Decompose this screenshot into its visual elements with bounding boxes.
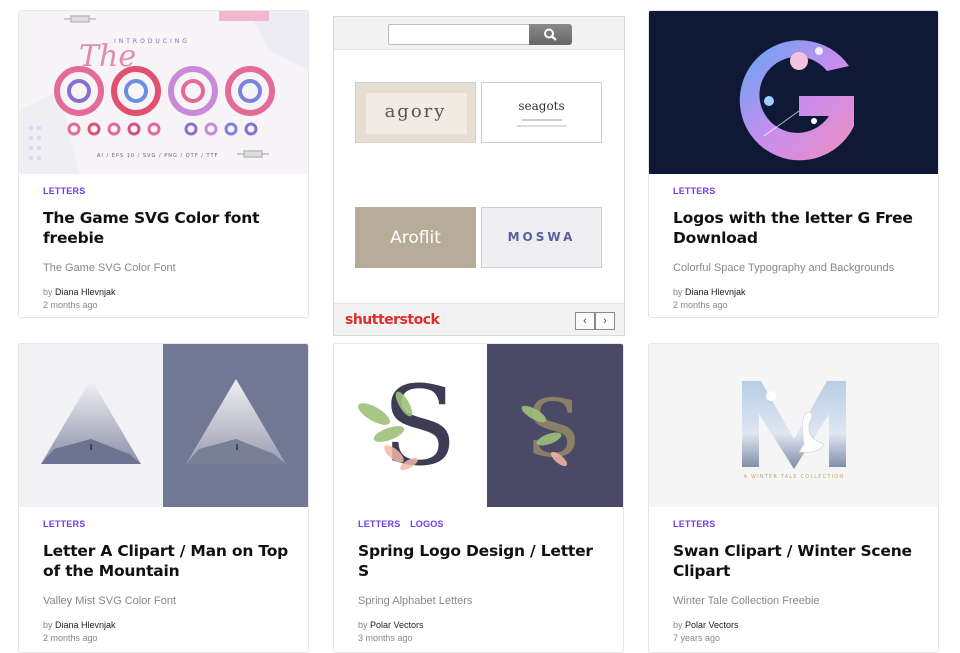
post-excerpt: Winter Tale Collection Freebie — [673, 595, 820, 607]
swan-winter-preview: A WINTER TALE COLLECTION — [649, 344, 938, 507]
post-title[interactable]: Logos with the letter G Free Download — [673, 208, 920, 248]
ad-search-bar — [334, 17, 624, 50]
category-link[interactable]: LETTERS — [673, 519, 715, 529]
post-time: 2 months ago — [43, 633, 98, 643]
by-label: by — [358, 620, 368, 630]
shutterstock-ad[interactable]: agory seagots Aroflit MOSWA shutterstock… — [333, 16, 625, 336]
category-link[interactable]: LETTERS — [43, 519, 85, 529]
post-card[interactable]: S S LETTERS LOGOS Spring Logo Design / L… — [333, 343, 624, 653]
by-label: by — [673, 620, 683, 630]
svg-text:S: S — [382, 362, 457, 490]
author-link[interactable]: Polar Vectors — [370, 620, 424, 630]
ad-tile-label: MOSWA — [507, 230, 576, 244]
chevron-right-icon: › — [603, 315, 607, 327]
post-meta: by Polar Vectors 7 years ago — [673, 619, 920, 645]
post-time: 3 months ago — [358, 633, 413, 643]
category-link[interactable]: LETTERS — [673, 186, 715, 196]
post-title[interactable]: Letter A Clipart / Man on Top of the Mou… — [43, 541, 290, 581]
ad-footer: shutterstock ‹ › — [334, 303, 624, 335]
post-excerpt: Colorful Space Typography and Background… — [673, 262, 895, 274]
post-excerpt: Valley Mist SVG Color Font — [43, 595, 177, 607]
post-meta: by Diana Hlevnjak 2 months ago — [673, 286, 920, 312]
formats-text: AI / EPS 10 / SVG / PNG / OTF / TTF — [97, 153, 218, 159]
ad-tile[interactable]: Aroflit — [355, 207, 476, 268]
ad-search-input[interactable] — [388, 24, 530, 45]
the-game-font-preview: INTRODUCING The AI / EPS 10 / SVG / PNG … — [19, 11, 308, 174]
post-title[interactable]: Swan Clipart / Winter Scene Clipart — [673, 541, 920, 581]
post-thumbnail[interactable]: A WINTER TALE COLLECTION — [649, 344, 938, 507]
post-time: 7 years ago — [673, 633, 721, 643]
post-time: 2 months ago — [43, 300, 98, 310]
post-thumbnail[interactable] — [649, 11, 938, 174]
category-link[interactable]: LETTERS — [358, 519, 400, 529]
post-categories: LETTERS — [673, 186, 920, 196]
by-label: by — [673, 287, 683, 297]
ad-tile-label: Aroflit — [390, 228, 441, 248]
author-link[interactable]: Polar Vectors — [685, 620, 739, 630]
svg-text:S: S — [526, 382, 581, 475]
swan-caption: A WINTER TALE COLLECTION — [744, 474, 845, 480]
search-icon — [544, 28, 557, 41]
post-card[interactable]: LETTERS Letter A Clipart / Man on Top of… — [18, 343, 309, 653]
ad-prev-button[interactable]: ‹ — [575, 312, 595, 330]
ad-tile-label: agory — [384, 101, 447, 122]
letter-a-mountain-preview — [19, 344, 308, 507]
category-link[interactable]: LETTERS — [43, 186, 85, 196]
post-title[interactable]: Spring Logo Design / Letter S — [358, 541, 605, 581]
post-categories: LETTERS — [43, 186, 290, 196]
post-thumbnail[interactable] — [19, 344, 308, 507]
ad-tile[interactable]: agory — [355, 82, 476, 143]
post-meta: by Diana Hlevnjak 2 months ago — [43, 286, 290, 312]
author-link[interactable]: Diana Hlevnjak — [685, 287, 746, 297]
ad-tile-label: seagots — [518, 99, 565, 113]
chevron-left-icon: ‹ — [583, 315, 587, 327]
post-meta: by Diana Hlevnjak 2 months ago — [43, 619, 290, 645]
post-categories: LETTERS — [673, 519, 920, 529]
post-excerpt: The Game SVG Color Font — [43, 262, 176, 274]
ad-next-button[interactable]: › — [595, 312, 615, 330]
post-thumbnail[interactable]: INTRODUCING The AI / EPS 10 / SVG / PNG … — [19, 11, 308, 174]
ad-tile[interactable]: MOSWA — [481, 207, 602, 268]
category-link[interactable]: LOGOS — [410, 519, 444, 529]
shutterstock-logo[interactable]: shutterstock — [345, 312, 440, 328]
post-categories: LETTERS — [43, 519, 290, 529]
author-link[interactable]: Diana Hlevnjak — [55, 287, 116, 297]
post-excerpt: Spring Alphabet Letters — [358, 595, 473, 607]
ad-search-button[interactable] — [529, 24, 572, 45]
post-categories: LETTERS LOGOS — [358, 519, 605, 529]
post-card[interactable]: A WINTER TALE COLLECTION LETTERS Swan Cl… — [648, 343, 939, 653]
author-link[interactable]: Diana Hlevnjak — [55, 620, 116, 630]
letter-s-spring-preview: S S — [334, 344, 623, 507]
post-card[interactable]: LETTERS Logos with the letter G Free Dow… — [648, 10, 939, 318]
post-meta: by Polar Vectors 3 months ago — [358, 619, 605, 645]
letter-g-space-preview — [649, 11, 938, 174]
post-title[interactable]: The Game SVG Color font freebie — [43, 208, 290, 248]
by-label: by — [43, 287, 53, 297]
post-time: 2 months ago — [673, 300, 728, 310]
ad-tile[interactable]: seagots — [481, 82, 602, 143]
by-label: by — [43, 620, 53, 630]
post-card[interactable]: INTRODUCING The AI / EPS 10 / SVG / PNG … — [18, 10, 309, 318]
post-thumbnail[interactable]: S S — [334, 344, 623, 507]
